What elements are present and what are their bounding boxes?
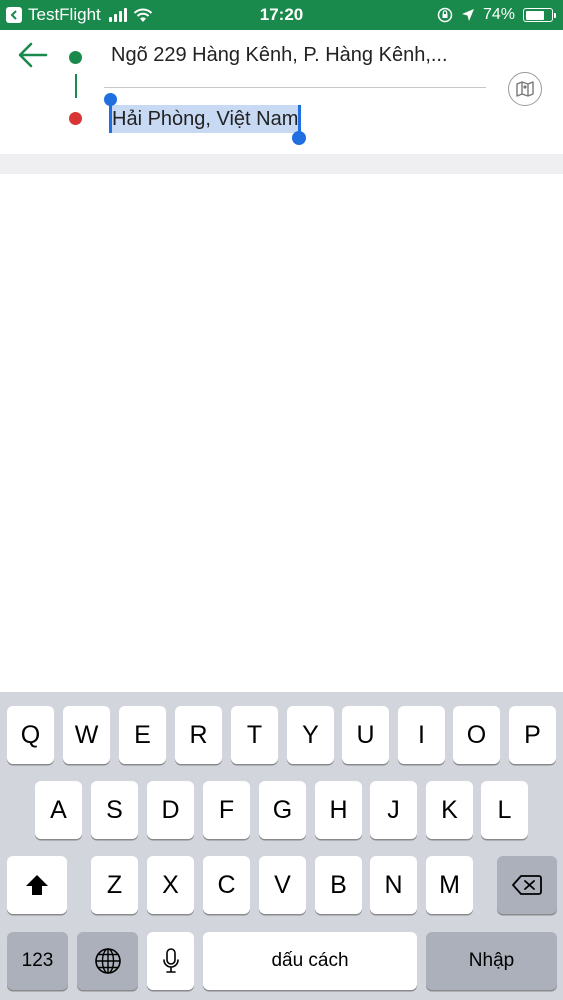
- location-arrow-icon: [461, 9, 474, 21]
- selection-end-knob[interactable]: [292, 131, 307, 145]
- dictation-key[interactable]: [147, 932, 194, 990]
- key-e[interactable]: E: [119, 706, 166, 764]
- key-z[interactable]: Z: [91, 856, 138, 914]
- route-header: Ngõ 229 Hàng Kênh, P. Hàng Kênh,... Hải …: [0, 30, 563, 154]
- status-bar-right: 74%: [437, 0, 556, 30]
- map-icon: [516, 81, 534, 97]
- key-b[interactable]: B: [315, 856, 362, 914]
- key-q[interactable]: Q: [7, 706, 54, 764]
- key-n[interactable]: N: [370, 856, 417, 914]
- key-v[interactable]: V: [259, 856, 306, 914]
- key-h[interactable]: H: [315, 781, 362, 839]
- orientation-lock-icon: [437, 7, 453, 23]
- key-t[interactable]: T: [231, 706, 278, 764]
- destination-dot-icon: [69, 112, 82, 125]
- key-w[interactable]: W: [63, 706, 110, 764]
- key-y[interactable]: Y: [287, 706, 334, 764]
- key-k[interactable]: K: [426, 781, 473, 839]
- key-m[interactable]: M: [426, 856, 473, 914]
- destination-selected-text[interactable]: Hải Phòng, Việt Nam: [110, 105, 301, 133]
- key-c[interactable]: C: [203, 856, 250, 914]
- battery-level: [525, 10, 544, 20]
- key-u[interactable]: U: [342, 706, 389, 764]
- key-f[interactable]: F: [203, 781, 250, 839]
- delete-key[interactable]: [497, 856, 557, 914]
- destination-input[interactable]: Hải Phòng, Việt Nam: [104, 93, 307, 145]
- battery-percent: 74%: [482, 6, 515, 23]
- space-key[interactable]: dấu cách: [203, 932, 417, 990]
- shift-icon: [26, 875, 48, 895]
- globe-icon: [94, 948, 121, 974]
- arrow-left-icon[interactable]: [16, 38, 50, 72]
- map-button[interactable]: [508, 72, 542, 106]
- key-p[interactable]: P: [509, 706, 556, 764]
- input-divider: [104, 87, 486, 88]
- key-g[interactable]: G: [259, 781, 306, 839]
- route-connector: [75, 74, 77, 98]
- return-key[interactable]: Nhập: [426, 932, 557, 990]
- microphone-icon: [162, 948, 179, 973]
- shift-key[interactable]: [7, 856, 67, 914]
- key-j[interactable]: J: [370, 781, 417, 839]
- keyboard: Q W E R T Y U I O P A S D F G H J K L Z …: [0, 692, 563, 1000]
- key-x[interactable]: X: [147, 856, 194, 914]
- language-key[interactable]: [77, 932, 138, 990]
- key-l[interactable]: L: [481, 781, 528, 839]
- key-i[interactable]: I: [398, 706, 445, 764]
- status-bar: TestFlight 17:20 74%: [0, 0, 563, 30]
- key-r[interactable]: R: [175, 706, 222, 764]
- backspace-icon: [512, 875, 542, 895]
- selection-start-knob[interactable]: [104, 93, 117, 106]
- origin-input[interactable]: Ngõ 229 Hàng Kênh, P. Hàng Kênh,...: [111, 44, 486, 67]
- key-s[interactable]: S: [91, 781, 138, 839]
- header-separator: [0, 154, 563, 174]
- origin-dot-icon: [69, 51, 82, 64]
- numbers-key[interactable]: 123: [7, 932, 68, 990]
- key-a[interactable]: A: [35, 781, 82, 839]
- key-o[interactable]: O: [453, 706, 500, 764]
- key-d[interactable]: D: [147, 781, 194, 839]
- battery-icon: [523, 8, 556, 22]
- selection-start-handle[interactable]: [109, 103, 112, 133]
